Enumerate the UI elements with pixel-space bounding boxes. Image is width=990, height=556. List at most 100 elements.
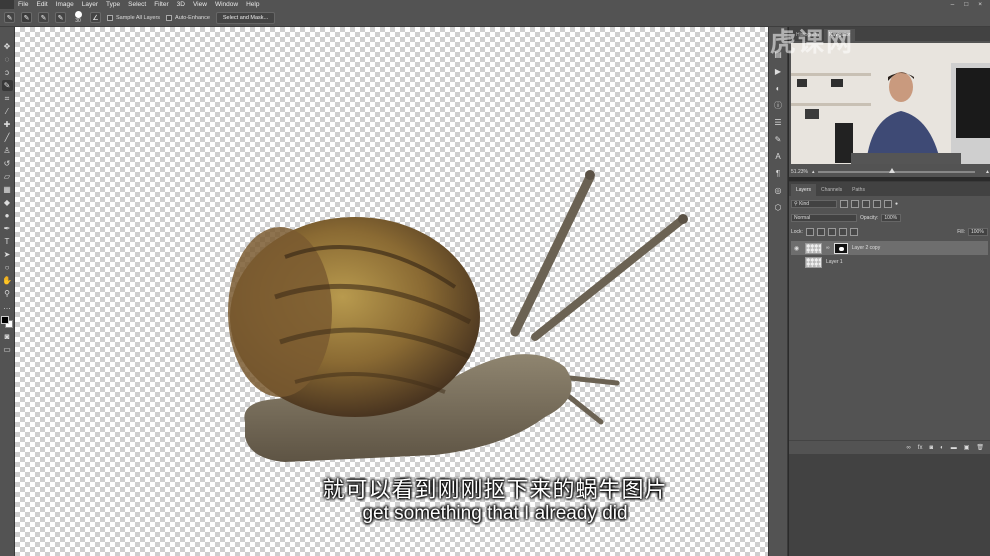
subtract-from-selection-icon[interactable]: ✎ — [55, 12, 66, 23]
visibility-eye-icon[interactable]: ◉ — [794, 245, 801, 252]
dodge-tool-icon[interactable]: ● — [2, 210, 13, 221]
history-brush-tool-icon[interactable]: ↺ — [2, 158, 13, 169]
fill-field[interactable]: 100% — [968, 228, 988, 236]
menu-help[interactable]: Help — [242, 0, 263, 9]
filter-shape-icon[interactable] — [873, 200, 881, 208]
maximize-icon[interactable]: □ — [964, 1, 968, 8]
lock-transparent-icon[interactable] — [805, 228, 814, 236]
opacity-field[interactable]: 100% — [881, 214, 902, 222]
layer-row[interactable]: Layer 1 — [791, 255, 988, 269]
properties-icon[interactable]: ☰ — [772, 117, 784, 129]
color-swatches[interactable] — [0, 316, 14, 329]
layer-mask-thumbnail[interactable] — [833, 242, 848, 254]
lock-position-icon[interactable] — [827, 228, 836, 236]
zoom-slider[interactable] — [818, 168, 976, 173]
adjustments-icon[interactable]: ◐ — [772, 83, 784, 95]
healing-brush-tool-icon[interactable]: ✚ — [2, 119, 13, 130]
path-selection-tool-icon[interactable]: ➤ — [2, 249, 13, 260]
zoom-value[interactable]: 51.23% — [791, 169, 808, 175]
zoom-in-icon[interactable]: ▲ — [985, 169, 990, 175]
character-icon[interactable]: A — [772, 151, 784, 163]
menu-edit[interactable]: Edit — [32, 0, 51, 9]
filter-pixel-icon[interactable] — [840, 200, 848, 208]
screen-mode-icon[interactable]: ▭ — [2, 344, 13, 355]
filter-kind-value: Kind — [799, 201, 810, 207]
clone-stamp-tool-icon[interactable]: ♙ — [2, 145, 13, 156]
filter-adjustment-icon[interactable] — [851, 200, 859, 208]
chain-link-icon[interactable]: ∞ — [826, 245, 830, 251]
blend-mode-select[interactable]: Normal — [791, 214, 857, 222]
layer-style-icon[interactable]: fx — [918, 445, 923, 451]
filter-kind-select[interactable]: ⚲ Kind — [791, 200, 837, 208]
eyedropper-tool-icon[interactable]: ⁄ — [2, 106, 13, 117]
minimize-icon[interactable]: – — [951, 1, 955, 8]
marquee-tool-icon[interactable]: ◌ — [2, 54, 13, 65]
add-mask-icon[interactable]: ◙ — [929, 445, 933, 451]
close-icon[interactable]: × — [978, 1, 982, 8]
filter-smart-object-icon[interactable] — [884, 200, 892, 208]
filter-toggle-icon[interactable]: ● — [895, 201, 898, 207]
layer-name[interactable]: Layer 2 copy — [852, 245, 881, 251]
lock-all-icon[interactable] — [849, 228, 858, 236]
auto-enhance-checkbox[interactable]: Auto-Enhance — [166, 14, 210, 21]
actions-icon[interactable]: ▶ — [772, 66, 784, 78]
libraries-icon[interactable]: ◎ — [772, 185, 784, 197]
tab-paths[interactable]: Paths — [847, 184, 870, 196]
paragraph-icon[interactable]: ¶ — [772, 168, 784, 180]
more-tools-icon[interactable]: … — [2, 301, 13, 312]
layer-thumbnail[interactable] — [805, 242, 822, 254]
brush-angle-icon[interactable]: ∠ — [90, 12, 101, 23]
auto-enhance-label: Auto-Enhance — [175, 14, 210, 21]
zoom-slider-knob[interactable] — [888, 168, 895, 173]
menu-view[interactable]: View — [189, 0, 211, 9]
filter-type-icon[interactable] — [862, 200, 870, 208]
brush-tool-icon[interactable]: ╱ — [2, 132, 13, 143]
add-to-selection-icon[interactable]: ✎ — [38, 12, 49, 23]
menu-layer[interactable]: Layer — [78, 0, 102, 9]
3d-icon[interactable]: ⬡ — [772, 202, 784, 214]
new-group-icon[interactable]: ▬ — [951, 445, 957, 451]
layer-thumbnail[interactable] — [805, 256, 822, 268]
brush-size-picker[interactable]: 30 — [72, 11, 84, 25]
brush-settings-icon[interactable]: ✎ — [772, 134, 784, 146]
tab-channels[interactable]: Channels — [816, 184, 847, 196]
zoom-out-icon[interactable]: ▴ — [812, 169, 815, 175]
photoshop-logo-icon[interactable] — [0, 0, 14, 9]
tab-layers[interactable]: Layers — [791, 184, 817, 196]
type-tool-icon[interactable]: T — [2, 236, 13, 247]
menu-image[interactable]: Image — [52, 0, 78, 9]
delete-layer-icon[interactable]: 🗑 — [976, 444, 984, 451]
menu-type[interactable]: Type — [102, 0, 124, 9]
layer-name[interactable]: Layer 1 — [826, 259, 843, 265]
foreground-color-swatch[interactable] — [0, 316, 9, 324]
lock-pixels-icon[interactable] — [816, 228, 825, 236]
zoom-tool-icon[interactable]: ⚲ — [2, 288, 13, 299]
navigator-preview[interactable] — [791, 43, 990, 164]
new-layer-icon[interactable]: ▣ — [964, 444, 970, 451]
crop-tool-icon[interactable]: ⌗ — [2, 93, 13, 104]
lock-artboard-icon[interactable] — [838, 228, 847, 236]
sample-all-layers-checkbox[interactable]: Sample All Layers — [107, 14, 160, 21]
pen-tool-icon[interactable]: ✒ — [2, 223, 13, 234]
blur-tool-icon[interactable]: ◆ — [2, 197, 13, 208]
info-icon[interactable]: ⓘ — [772, 100, 784, 112]
quick-mask-icon[interactable]: ◙ — [2, 331, 13, 342]
gradient-tool-icon[interactable]: ▦ — [2, 184, 13, 195]
menu-select[interactable]: Select — [124, 0, 150, 9]
eraser-tool-icon[interactable]: ▱ — [2, 171, 13, 182]
menu-file[interactable]: File — [14, 0, 32, 9]
move-tool-icon[interactable]: ✥ — [2, 41, 13, 52]
quick-selection-tool-icon[interactable]: ✎ — [1, 80, 13, 91]
hand-tool-icon[interactable]: ✋ — [2, 275, 13, 286]
quick-selection-tool-preset-icon[interactable]: ✎ — [4, 12, 15, 23]
lasso-tool-icon[interactable]: ↄ — [2, 67, 13, 78]
new-selection-icon[interactable]: ✎ — [21, 12, 32, 23]
link-layers-icon[interactable]: ∞ — [907, 445, 911, 451]
layer-row[interactable]: ◉ ∞ Layer 2 copy — [791, 241, 988, 255]
menu-3d[interactable]: 3D — [173, 0, 189, 9]
menu-filter[interactable]: Filter — [150, 0, 172, 9]
menu-window[interactable]: Window — [211, 0, 242, 9]
select-and-mask-button[interactable]: Select and Mask... — [215, 11, 276, 24]
adjustment-layer-icon[interactable]: ◐ — [940, 445, 944, 451]
shape-tool-icon[interactable]: ○ — [2, 262, 13, 273]
